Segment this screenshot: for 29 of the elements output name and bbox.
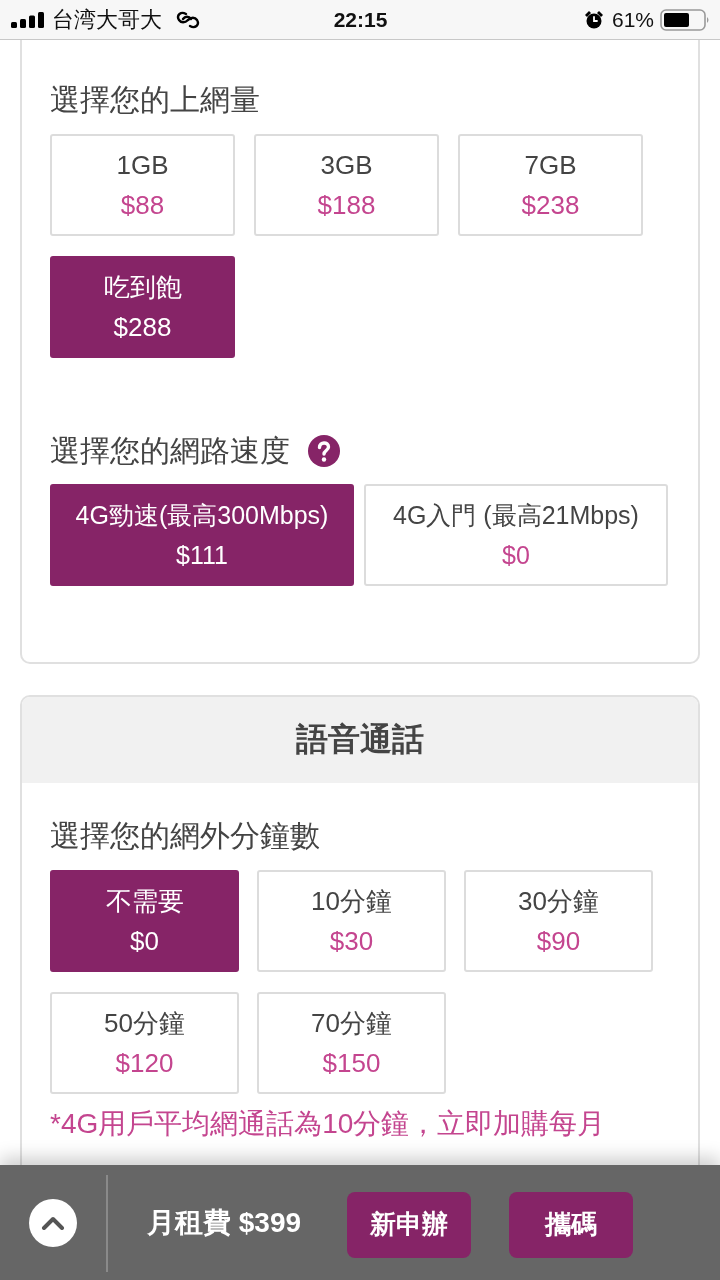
- signal-icon: [11, 11, 45, 28]
- minutes-option[interactable]: 不需要 $0: [50, 870, 239, 972]
- battery-percentage: 61%: [611, 7, 654, 32]
- action-button[interactable]: 攜碼: [509, 1191, 634, 1258]
- battery-icon: [660, 8, 710, 31]
- data-plan-option[interactable]: 1GB $88: [50, 134, 235, 236]
- minutes-option[interactable]: 70分鐘 $150: [257, 992, 446, 1094]
- minutes-option[interactable]: 50分鐘 $120: [50, 992, 239, 1094]
- section-heading: 選擇您的網路速度: [50, 433, 290, 469]
- section-heading: 選擇您的上網量: [50, 82, 261, 118]
- back-to-top-button[interactable]: [29, 1198, 77, 1247]
- speed-option[interactable]: 4G勁速(最高300Mbps) $111: [50, 484, 354, 586]
- promo-note: *4G用戶平均網通話為10分鐘，立即加購每月: [50, 1107, 607, 1141]
- speed-option[interactable]: 4G入門 (最高21Mbps) $0: [364, 484, 668, 586]
- data-plan-option[interactable]: 7GB $238: [458, 134, 643, 236]
- link-icon: [176, 10, 200, 29]
- clock-time: 22:15: [333, 7, 388, 32]
- alarm-clock-icon: [583, 9, 604, 30]
- data-plan-option[interactable]: 吃到飽 $288: [50, 256, 235, 358]
- chevron-up-icon: [41, 1215, 65, 1230]
- carrier-name: 台湾大哥大: [52, 5, 162, 34]
- minutes-option[interactable]: 30分鐘 $90: [464, 870, 653, 972]
- minutes-option[interactable]: 10分鐘 $30: [257, 870, 446, 972]
- card-title: 語音通話: [296, 720, 424, 759]
- action-button[interactable]: 新申辦: [347, 1191, 472, 1258]
- monthly-fee: 月租費 $399: [147, 1205, 302, 1240]
- section-heading: 選擇您的網外分鐘數: [50, 818, 321, 854]
- help-icon[interactable]: [308, 435, 340, 467]
- data-plan-option[interactable]: 3GB $188: [254, 134, 439, 236]
